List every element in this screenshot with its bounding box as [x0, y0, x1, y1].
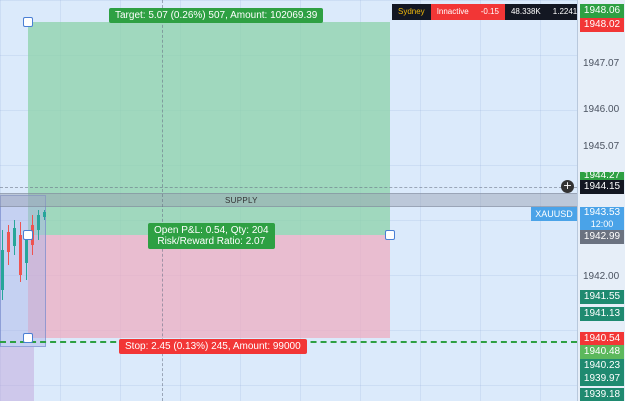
price-tag: 1941.55: [580, 290, 624, 304]
stop-label: Stop: 2.45 (0.13%) 245, Amount: 99000: [119, 339, 307, 354]
candle: [19, 235, 22, 275]
session-label: Sydney: [392, 4, 431, 20]
price-tag: 1940.54: [580, 332, 624, 346]
price-tag: 1948.02: [580, 18, 624, 32]
crosshair-horizontal: [0, 187, 577, 188]
price-tag: 1939.97: [580, 372, 624, 386]
price-tag: 1948.06: [580, 4, 624, 18]
price-axis[interactable]: 1947.07 1946.00 1945.07 1942.00 1948.06 …: [577, 0, 625, 401]
price-tag: 1940.48: [580, 345, 624, 359]
supply-label: SUPPLY: [225, 196, 258, 205]
candle: [13, 228, 16, 246]
price-tick: 1942.00: [583, 271, 620, 282]
price-tag: 1940.23: [580, 359, 624, 373]
chart-area[interactable]: SUPPLY Target: 5.07 (0.26%) 507, Amount:…: [0, 0, 577, 401]
current-price-tag: 1944.15: [580, 180, 624, 194]
price-tag: 1942.99: [580, 230, 624, 244]
session-status-bar: Sydney Innactive -0.15 48.338K 1.2241: [392, 4, 577, 20]
ratio-value: 1.2241: [546, 4, 577, 20]
candle: [37, 215, 40, 230]
stop-handle[interactable]: [23, 333, 33, 343]
candle: [7, 232, 10, 252]
volume-value: 48.338K: [504, 4, 547, 20]
session-state: Innactive: [430, 4, 475, 20]
left-shade: [0, 347, 34, 401]
candle: [25, 238, 28, 263]
target-handle[interactable]: [23, 17, 33, 27]
price-tag: 1941.13: [580, 307, 624, 321]
supply-zone[interactable]: [0, 193, 577, 207]
price-tag: 1944.27: [580, 172, 624, 180]
change-value: -0.15: [474, 4, 505, 20]
last-price-tag: 1943.53: [580, 207, 624, 219]
target-label: Target: 5.07 (0.26%) 507, Amount: 102069…: [109, 8, 324, 23]
pnl-line: Open P&L: 0.54, Qty: 204: [154, 225, 269, 236]
countdown-tag: 12:00: [580, 219, 624, 230]
entry-handle-left[interactable]: [23, 230, 33, 240]
symbol-label: XAUUSD: [531, 207, 577, 221]
candle: [43, 212, 46, 217]
entry-handle-right[interactable]: [385, 230, 395, 240]
loss-zone[interactable]: [28, 235, 390, 338]
pnl-label: Open P&L: 0.54, Qty: 204 Risk/Reward Rat…: [148, 223, 275, 249]
price-tick: 1945.07: [583, 141, 620, 152]
price-tick: 1947.07: [583, 58, 620, 69]
add-alert-plus-icon[interactable]: +: [561, 180, 574, 193]
risk-reward-line: Risk/Reward Ratio: 2.07: [157, 236, 266, 247]
price-tick: 1946.00: [583, 104, 620, 115]
candle: [1, 250, 4, 290]
price-tag: 1939.18: [580, 388, 624, 401]
